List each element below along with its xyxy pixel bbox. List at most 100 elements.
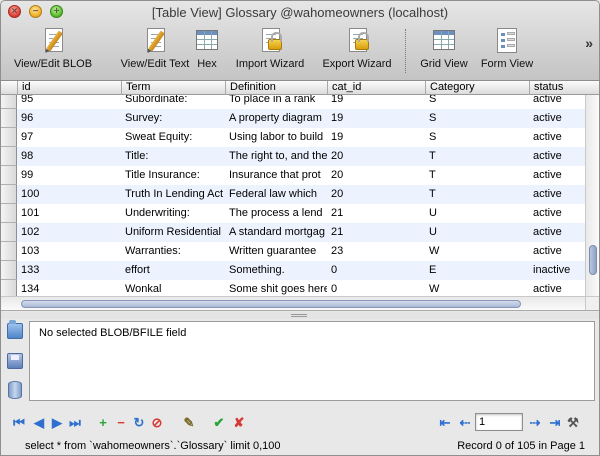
table-row[interactable]: 100 Truth In Lending Act Federal law which… xyxy=(1,185,585,204)
cell-cat-id[interactable]: 20 xyxy=(327,147,425,166)
cell-status[interactable]: active xyxy=(529,166,585,185)
row-header[interactable] xyxy=(1,204,17,223)
cell-definition[interactable]: The right to, and the xyxy=(225,147,327,166)
cell-cat-id[interactable]: 19 xyxy=(327,95,425,109)
edit-record-icon[interactable]: ✎ xyxy=(181,414,197,430)
horizontal-scrollbar[interactable] xyxy=(1,296,585,310)
view-edit-blob-button[interactable]: View/Edit BLOB xyxy=(9,26,97,76)
cell-status[interactable]: active xyxy=(529,223,585,242)
cell-cat-id[interactable]: 20 xyxy=(327,185,425,204)
cell-term[interactable]: effort xyxy=(121,261,225,280)
row-header[interactable] xyxy=(1,280,17,297)
column-header-status[interactable]: status xyxy=(529,81,599,95)
next-record-icon[interactable]: ▶ xyxy=(49,414,65,430)
cell-status[interactable]: active xyxy=(529,147,585,166)
next-page-icon[interactable]: ⇢ xyxy=(527,414,543,430)
cancel-changes-icon[interactable]: ✘ xyxy=(231,414,247,430)
pane-splitter[interactable] xyxy=(1,312,599,319)
toolbar-overflow-button[interactable]: » xyxy=(585,35,593,51)
cell-cat-id[interactable]: 20 xyxy=(327,166,425,185)
delete-record-icon[interactable]: − xyxy=(113,414,129,430)
last-page-icon[interactable]: ⇥ xyxy=(547,414,563,430)
table-row[interactable]: 97 Sweat Equity: Using labor to build 19 Sac… xyxy=(1,128,585,147)
cell-definition[interactable]: The process a lend xyxy=(225,204,327,223)
cell-term[interactable]: Title Insurance: xyxy=(121,166,225,185)
column-header-definition[interactable]: Definition xyxy=(225,81,327,95)
cell-term[interactable]: Wonkal xyxy=(121,280,225,297)
cell-definition[interactable]: Some shit goes here xyxy=(225,280,327,297)
row-header[interactable] xyxy=(1,242,17,261)
cell-term[interactable]: Title: xyxy=(121,147,225,166)
form-view-button[interactable]: Form View xyxy=(477,26,537,76)
database-icon[interactable] xyxy=(8,381,22,399)
cell-id[interactable]: 99 xyxy=(17,166,121,185)
cell-category[interactable]: W xyxy=(425,242,529,261)
row-header[interactable] xyxy=(1,261,17,280)
table-row[interactable]: 99 Title Insurance: Insurance that prot 20 T… xyxy=(1,166,585,185)
last-record-icon[interactable]: ⏭ xyxy=(67,414,83,430)
cell-category[interactable]: S xyxy=(425,128,529,147)
export-wizard-button[interactable]: Export Wizard xyxy=(317,26,397,76)
cell-id[interactable]: 101 xyxy=(17,204,121,223)
row-header[interactable] xyxy=(1,109,17,128)
cell-id[interactable]: 96 xyxy=(17,109,121,128)
cell-definition[interactable]: A standard mortgag xyxy=(225,223,327,242)
cell-definition[interactable]: Something. xyxy=(225,261,327,280)
vertical-scrollbar[interactable] xyxy=(585,95,599,297)
cell-cat-id[interactable]: 19 xyxy=(327,109,425,128)
cell-definition[interactable]: A property diagram xyxy=(225,109,327,128)
column-header-cat-id[interactable]: cat_id xyxy=(327,81,425,95)
cell-term[interactable]: Truth In Lending Act xyxy=(121,185,225,204)
column-header-category[interactable]: Category xyxy=(425,81,529,95)
view-edit-text-button[interactable]: View/Edit Text xyxy=(115,26,195,76)
table-row[interactable]: 133 effort Something. 0 Einactive xyxy=(1,261,585,280)
cell-id[interactable]: 102 xyxy=(17,223,121,242)
row-header[interactable] xyxy=(1,147,17,166)
row-header[interactable] xyxy=(1,128,17,147)
cell-term[interactable]: Warranties: xyxy=(121,242,225,261)
cell-status[interactable]: inactive xyxy=(529,261,585,280)
cell-id[interactable]: 97 xyxy=(17,128,121,147)
prev-record-icon[interactable]: ◀ xyxy=(31,414,47,430)
cell-status[interactable]: active xyxy=(529,109,585,128)
cell-definition[interactable]: Insurance that prot xyxy=(225,166,327,185)
apply-changes-icon[interactable]: ✔ xyxy=(211,414,227,430)
row-header[interactable] xyxy=(1,166,17,185)
horizontal-scroll-thumb[interactable] xyxy=(21,300,521,308)
row-header[interactable] xyxy=(1,223,17,242)
cell-term[interactable]: Subordinate: xyxy=(121,95,225,109)
cell-cat-id[interactable]: 21 xyxy=(327,223,425,242)
cell-category[interactable]: W xyxy=(425,280,529,297)
column-header-id[interactable]: id xyxy=(17,81,121,95)
open-folder-icon[interactable] xyxy=(7,320,23,339)
cell-status[interactable]: active xyxy=(529,95,585,109)
cell-category[interactable]: T xyxy=(425,166,529,185)
cell-id[interactable]: 95 xyxy=(17,95,121,109)
cell-status[interactable]: active xyxy=(529,128,585,147)
refresh-icon[interactable]: ↻ xyxy=(131,414,147,430)
cell-id[interactable]: 103 xyxy=(17,242,121,261)
add-record-icon[interactable]: + xyxy=(95,414,111,430)
prev-page-icon[interactable]: ⇠ xyxy=(457,414,473,430)
row-header[interactable] xyxy=(1,95,17,109)
cell-status[interactable]: active xyxy=(529,185,585,204)
grid-view-button[interactable]: Grid View xyxy=(415,26,473,76)
cell-term[interactable]: Sweat Equity: xyxy=(121,128,225,147)
cell-category[interactable]: S xyxy=(425,109,529,128)
cell-cat-id[interactable]: 0 xyxy=(327,280,425,297)
splitter-grip[interactable] xyxy=(291,314,307,317)
cell-id[interactable]: 134 xyxy=(17,280,121,297)
cell-category[interactable]: U xyxy=(425,204,529,223)
cell-definition[interactable]: Written guarantee xyxy=(225,242,327,261)
import-wizard-button[interactable]: Import Wizard xyxy=(229,26,311,76)
table-row[interactable]: 102 Uniform Residential A standard mortgag… xyxy=(1,223,585,242)
page-number-input[interactable]: 1 xyxy=(475,413,523,431)
cell-cat-id[interactable]: 21 xyxy=(327,204,425,223)
cell-category[interactable]: T xyxy=(425,147,529,166)
table-row[interactable]: 101 Underwriting: The process a lend 21 Uact… xyxy=(1,204,585,223)
first-record-icon[interactable]: ⏮ xyxy=(11,414,27,430)
cell-category[interactable]: T xyxy=(425,185,529,204)
cell-definition[interactable]: Federal law which xyxy=(225,185,327,204)
first-page-icon[interactable]: ⇤ xyxy=(437,414,453,430)
cell-cat-id[interactable]: 19 xyxy=(327,128,425,147)
